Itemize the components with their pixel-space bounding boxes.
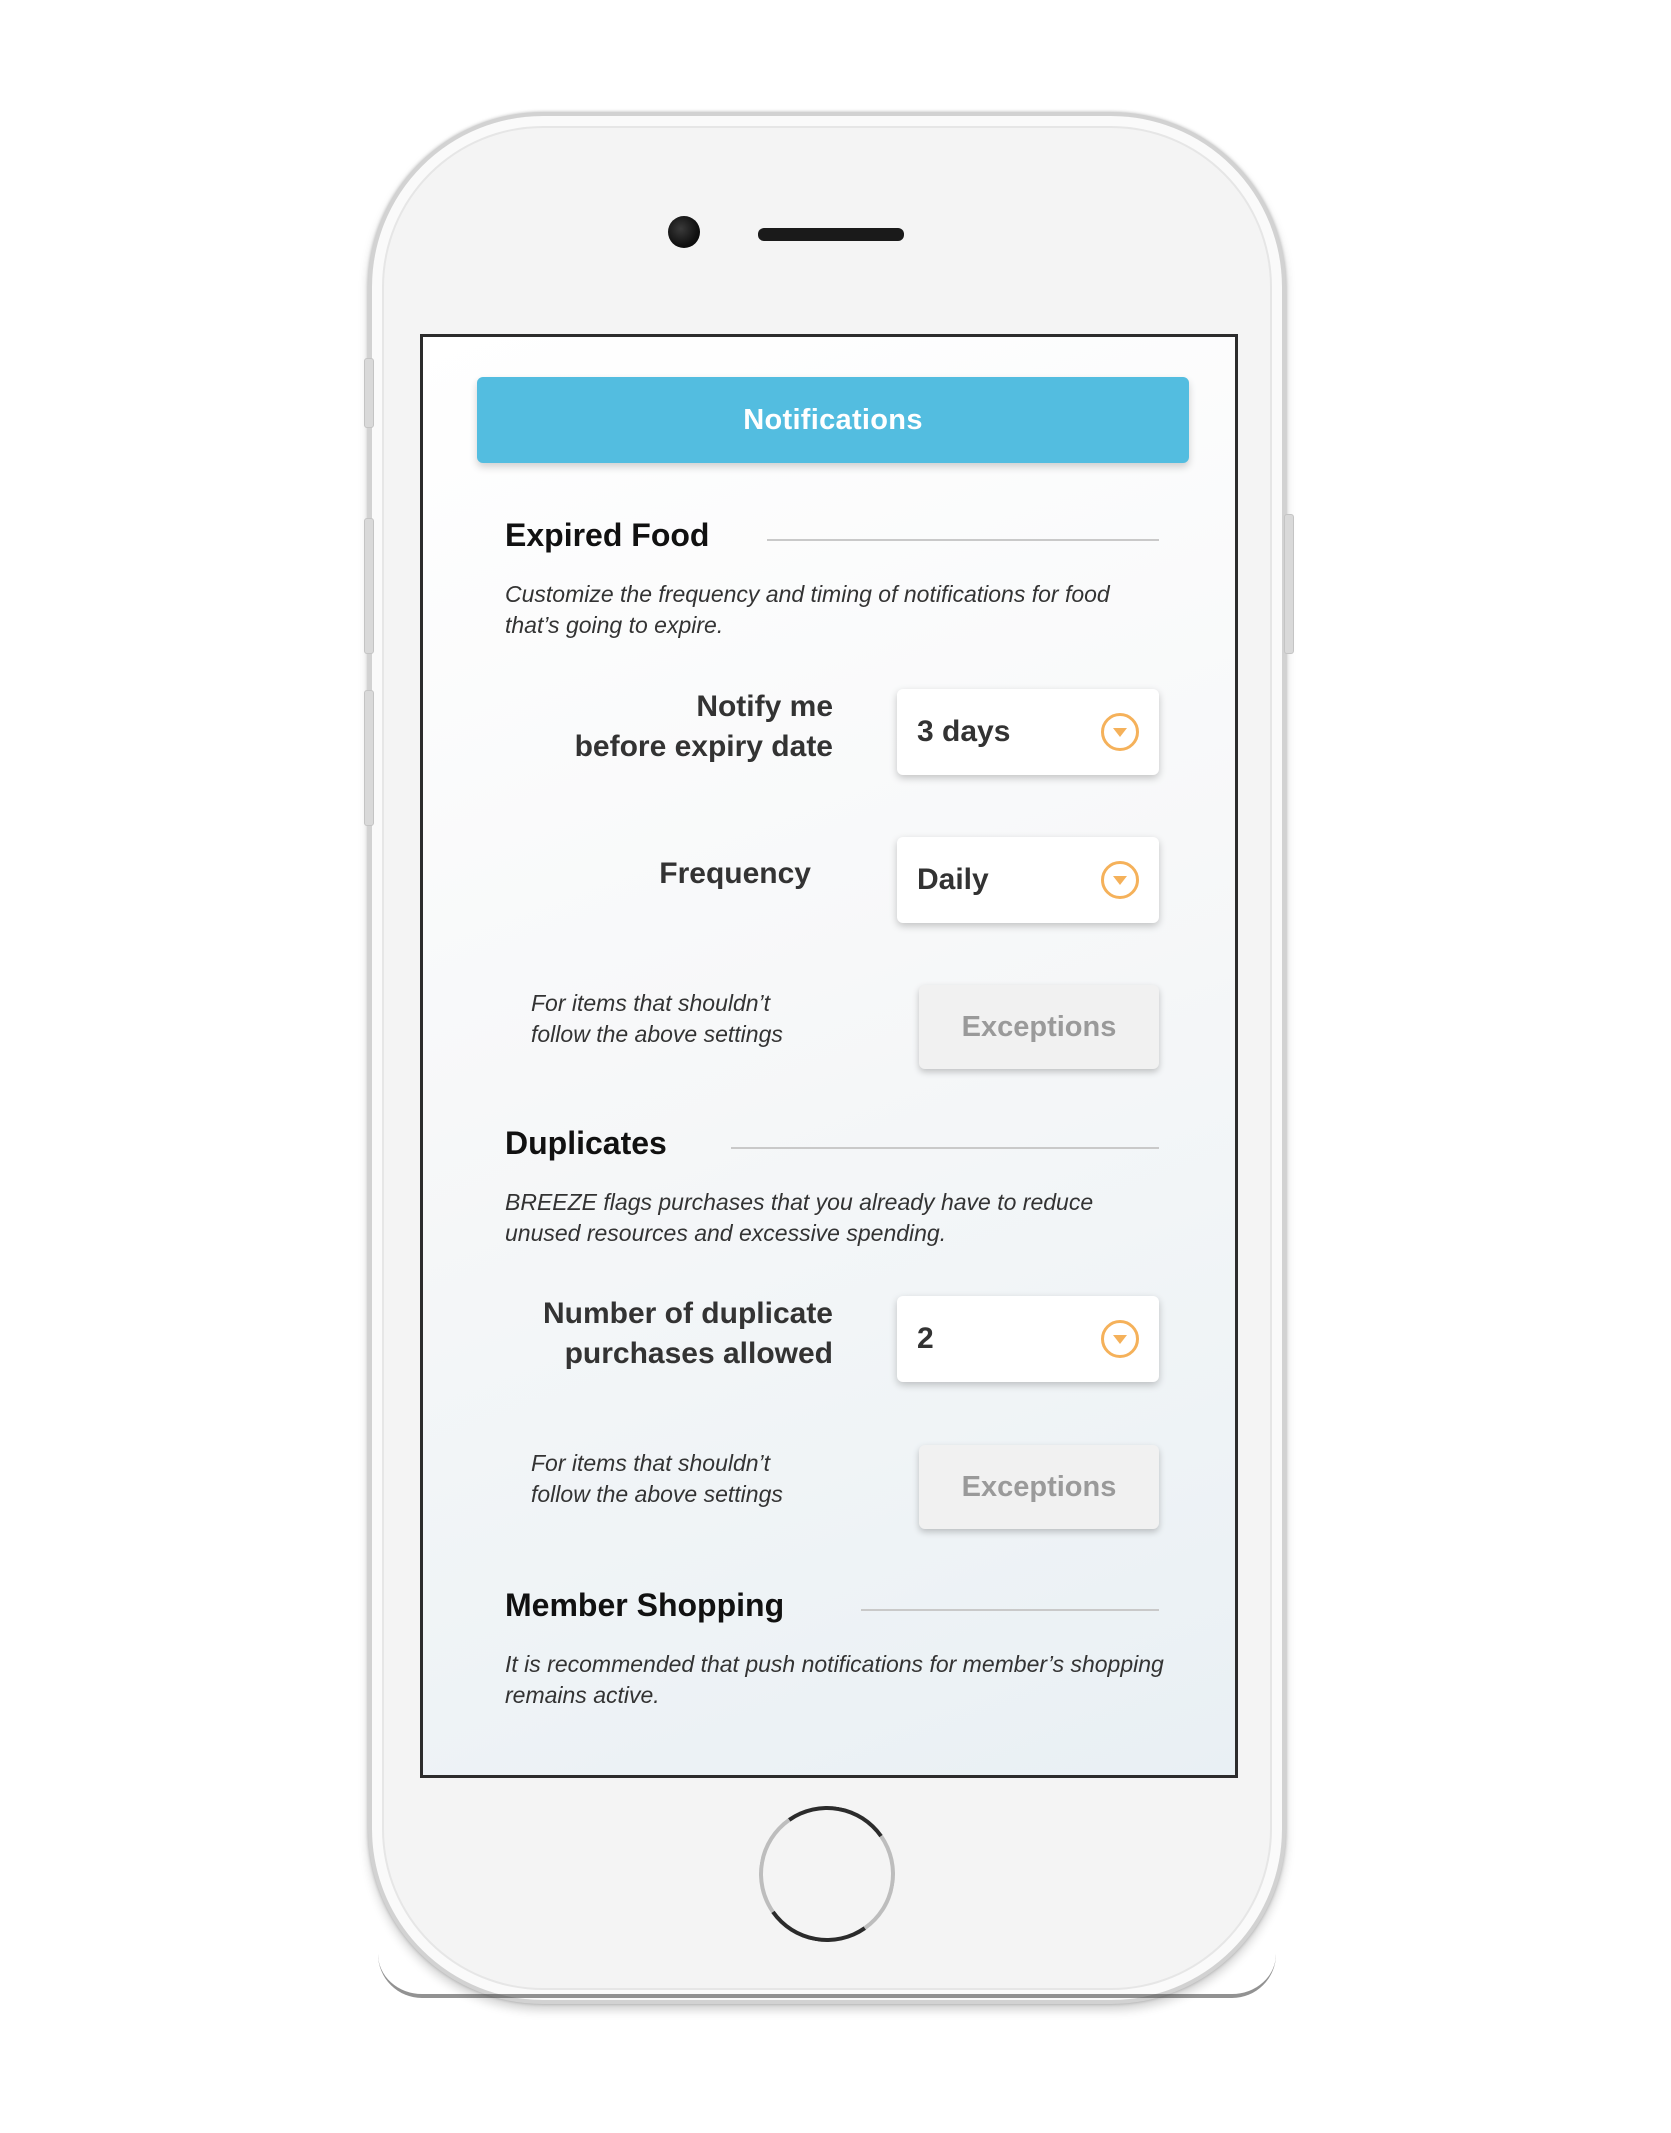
power-button: [1284, 514, 1294, 654]
notify-before-expiry-dropdown[interactable]: 3 days: [897, 689, 1159, 775]
section-divider: [731, 1147, 1159, 1149]
earpiece-speaker: [758, 228, 904, 241]
mute-switch: [364, 358, 374, 428]
section-description-expired-food: Customize the frequency and timing of no…: [505, 581, 1110, 638]
header-bar: Notifications: [477, 377, 1189, 463]
section-description-duplicates: BREEZE flags purchases that you already …: [505, 1189, 1094, 1246]
exceptions-hint: For items that shouldn’t follow the abov…: [531, 990, 783, 1047]
section-divider: [861, 1609, 1159, 1611]
frequency-label: Frequency: [659, 857, 811, 890]
dropdown-value: 2: [917, 1322, 934, 1355]
notify-before-expiry-label: Notify me before expiry date: [574, 690, 833, 763]
front-camera-icon: [668, 216, 700, 248]
section-title-member-shopping: Member Shopping: [505, 1587, 785, 1623]
dropdown-value: Daily: [917, 863, 989, 896]
page-title: Notifications: [743, 403, 923, 436]
duplicate-purchases-label: Number of duplicate purchases allowed: [542, 1297, 833, 1370]
dropdown-value: 3 days: [917, 715, 1011, 748]
chevron-down-circle-icon: [1101, 713, 1139, 751]
section-divider: [767, 539, 1159, 541]
duplicates-exceptions-button[interactable]: Exceptions: [919, 1445, 1159, 1529]
section-title-expired-food: Expired Food: [505, 517, 710, 553]
chevron-down-circle-icon: [1101, 1320, 1139, 1358]
section-title-duplicates: Duplicates: [505, 1125, 667, 1161]
notifications-settings-page: Notifications Expired Food Customize the…: [423, 337, 1235, 1775]
exceptions-hint: For items that shouldn’t follow the abov…: [531, 1450, 783, 1507]
expired-food-exceptions-button[interactable]: Exceptions: [919, 985, 1159, 1069]
duplicate-purchases-dropdown[interactable]: 2: [897, 1296, 1159, 1382]
section-description-member-shopping: It is recommended that push notification…: [505, 1651, 1164, 1708]
phone-screen: Notifications Expired Food Customize the…: [420, 334, 1238, 1778]
chevron-down-circle-icon: [1101, 861, 1139, 899]
volume-up-button: [364, 518, 374, 654]
frequency-dropdown[interactable]: Daily: [897, 837, 1159, 923]
volume-down-button: [364, 690, 374, 826]
